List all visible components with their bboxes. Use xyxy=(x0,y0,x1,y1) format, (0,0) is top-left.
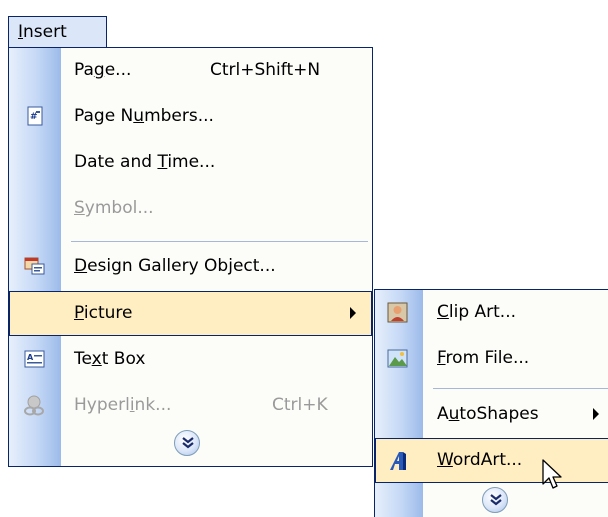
hyperlink-icon xyxy=(23,395,44,416)
menu-item-label: Hyperlink... xyxy=(74,395,172,415)
from-file-icon xyxy=(387,348,408,368)
menu-item-page[interactable]: Page... Ctrl+Shift+N xyxy=(9,48,372,94)
menu-item-label: Design Gallery Object... xyxy=(74,256,276,276)
menu-item-picture[interactable]: Picture xyxy=(9,291,372,336)
menu-item-symbol: Symbol... xyxy=(9,186,372,232)
menu-item-label: Page... xyxy=(74,60,132,80)
menu-item-label: Symbol... xyxy=(74,198,154,218)
text-box-icon: A xyxy=(24,349,45,369)
double-chevron-down-icon xyxy=(490,494,502,506)
menu-insert[interactable]: Insert xyxy=(8,16,107,48)
submenu-arrow-icon xyxy=(350,307,356,319)
mouse-cursor-icon xyxy=(542,459,562,489)
submenu-item-autoshapes[interactable]: AutoShapes xyxy=(375,392,608,438)
picture-submenu: Clip Art... From File... AutoShapes Word… xyxy=(374,289,608,517)
menu-item-hyperlink: Hyperlink... Ctrl+K xyxy=(9,383,372,429)
menu-item-shortcut: Ctrl+K xyxy=(272,395,328,415)
submenu-expand-button[interactable] xyxy=(482,487,508,513)
menu-item-page-numbers[interactable]: # Page Numbers... xyxy=(9,94,372,140)
submenu-item-label: WordArt... xyxy=(437,450,523,470)
submenu-item-label: From File... xyxy=(437,348,530,368)
submenu-item-wordart[interactable]: WordArt... xyxy=(375,438,608,483)
page-numbers-icon: # xyxy=(25,106,45,126)
submenu-arrow-icon xyxy=(593,408,599,420)
menu-item-label: Page Numbers... xyxy=(74,106,214,126)
menu-item-date-time[interactable]: Date and Time... xyxy=(9,140,372,186)
menu-separator xyxy=(71,241,368,242)
design-gallery-icon xyxy=(24,256,45,276)
submenu-item-label: AutoShapes xyxy=(437,404,539,424)
menu-expand-button[interactable] xyxy=(174,430,200,456)
submenu-item-clip-art[interactable]: Clip Art... xyxy=(375,290,608,336)
menu-item-label: Text Box xyxy=(74,349,146,369)
wordart-icon xyxy=(387,450,407,470)
menu-item-shortcut: Ctrl+Shift+N xyxy=(210,60,321,80)
submenu-item-label: Clip Art... xyxy=(437,302,517,322)
menu-item-label: Picture xyxy=(74,303,133,323)
submenu-separator xyxy=(433,388,608,389)
double-chevron-down-icon xyxy=(182,437,194,449)
menu-item-text-box[interactable]: A Text Box xyxy=(9,337,372,383)
menu-item-label: Date and Time... xyxy=(74,152,216,172)
svg-text:#: # xyxy=(30,112,38,122)
submenu-item-from-file[interactable]: From File... xyxy=(375,336,608,382)
menu-item-design-gallery[interactable]: Design Gallery Object... xyxy=(9,244,372,290)
svg-text:A: A xyxy=(27,353,34,362)
clip-art-icon xyxy=(387,302,408,323)
menu-insert-label: nsert xyxy=(23,22,67,42)
insert-menu: Page... Ctrl+Shift+N # Page Numbers... D… xyxy=(8,47,373,467)
